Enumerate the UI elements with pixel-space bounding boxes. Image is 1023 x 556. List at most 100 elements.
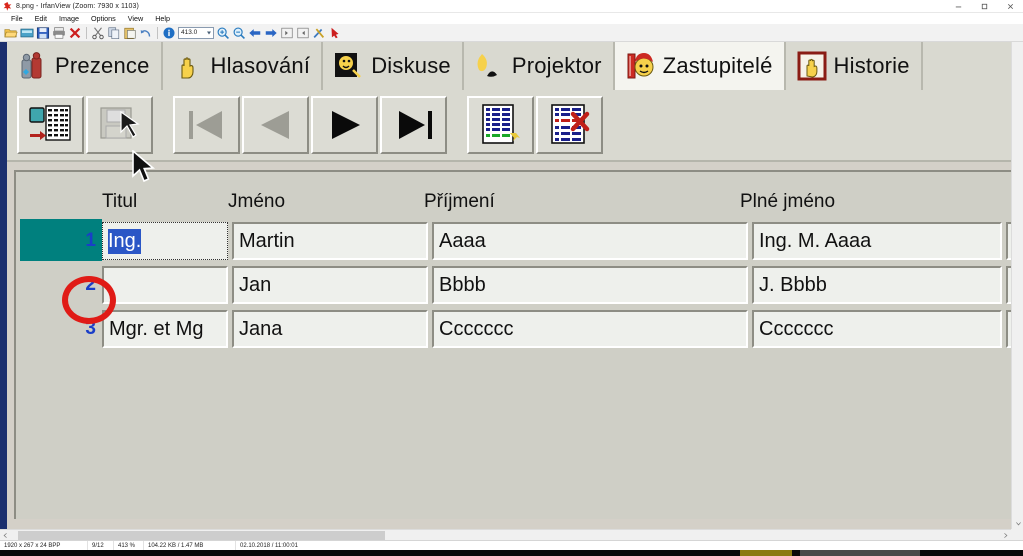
cell-jmeno[interactable]: Jana: [232, 310, 428, 348]
next-record-icon: [331, 111, 360, 139]
screen: 8.png - IrfanView (Zoom: 7930 x 1103) Fi…: [0, 0, 1023, 556]
taskbar-item[interactable]: [800, 550, 920, 556]
add-record-button[interactable]: [467, 96, 534, 154]
save-record-button[interactable]: [86, 96, 153, 154]
tab-prezence[interactable]: Prezence: [7, 42, 163, 90]
menu-options[interactable]: Options: [85, 13, 122, 24]
window-controls: [945, 0, 1023, 13]
cell-prijmeni[interactable]: Aaaa: [432, 222, 748, 260]
column-header-jmeno[interactable]: Jméno: [228, 191, 424, 219]
column-header-titul[interactable]: Titul: [102, 191, 228, 219]
cell-jmeno[interactable]: Martin: [232, 222, 428, 260]
cell-jmeno[interactable]: Jan: [232, 266, 428, 304]
delete-icon[interactable]: [67, 25, 83, 41]
zoom-level-input[interactable]: 413.0: [178, 26, 214, 39]
tab-label: Diskuse: [371, 53, 451, 78]
toolbar-separator: [157, 26, 158, 39]
history-icon: [797, 51, 827, 81]
copy-icon[interactable]: [106, 25, 122, 41]
table-row[interactable]: 1 Ing. Martin Aaaa Ing. M. Aaaa: [16, 219, 1011, 263]
tab-label: Zastupitelé: [662, 53, 773, 78]
red-circle-highlight: [62, 276, 116, 324]
tab-projektor[interactable]: Projektor: [464, 42, 615, 90]
last-record-button[interactable]: [380, 96, 447, 154]
attendance-icon: [21, 52, 42, 79]
save-icon[interactable]: [35, 25, 51, 41]
status-index: 9/12: [88, 540, 114, 551]
window-title: 8.png - IrfanView (Zoom: 7930 x 1103): [16, 2, 139, 10]
tab-label: Prezence: [55, 53, 150, 78]
previous-record-button[interactable]: [242, 96, 309, 154]
status-zoom: 413 %: [114, 540, 144, 551]
paste-icon[interactable]: [122, 25, 138, 41]
scroll-down-arrow-icon[interactable]: [1012, 517, 1023, 529]
thumbnails-icon[interactable]: [19, 25, 35, 41]
table-row[interactable]: 3 Mgr. et Mg Jana Ccccccc Ccccccc: [16, 307, 1011, 351]
grid-header-row: Titul Jméno Příjmení Plné jméno: [16, 172, 1011, 219]
menu-view[interactable]: View: [122, 13, 149, 24]
first-image-icon[interactable]: [279, 25, 295, 41]
open-icon[interactable]: [3, 25, 19, 41]
cell-plne-jmeno[interactable]: Ing. M. Aaaa: [752, 222, 1002, 260]
menu-edit[interactable]: Edit: [29, 13, 53, 24]
cell-titul[interactable]: Ing.: [102, 222, 228, 260]
toolbar-separator: [86, 26, 87, 39]
tab-hlasovani[interactable]: Hlasování: [163, 42, 324, 90]
horizontal-scroll-thumb[interactable]: [18, 531, 385, 540]
tab-label: Hlasování: [210, 53, 311, 78]
last-image-icon[interactable]: [295, 25, 311, 41]
tab-zastupitele[interactable]: Zastupitelé: [614, 42, 786, 90]
minimize-icon[interactable]: [945, 0, 971, 13]
first-record-button[interactable]: [173, 96, 240, 154]
next-record-button[interactable]: [311, 96, 378, 154]
info-icon[interactable]: [161, 25, 177, 41]
tab-label: Historie: [833, 53, 910, 78]
close-icon[interactable]: [997, 0, 1023, 13]
status-filesize: 104.22 KB / 1.47 MB: [144, 540, 236, 551]
cell-plne-jmeno[interactable]: J. Bbbb: [752, 266, 1002, 304]
delete-record-button[interactable]: [536, 96, 603, 154]
cell-prijmeni[interactable]: Ccccccc: [432, 310, 748, 348]
tab-diskuse[interactable]: Diskuse: [323, 42, 464, 90]
add-record-icon: [481, 104, 520, 144]
column-header-prijmeni[interactable]: Příjmení: [424, 191, 740, 219]
zoom-in-icon[interactable]: [215, 25, 231, 41]
next-image-icon[interactable]: [263, 25, 279, 41]
maximize-icon[interactable]: [971, 0, 997, 13]
row-number: 1: [85, 230, 96, 251]
zoom-out-icon[interactable]: [231, 25, 247, 41]
cut-icon[interactable]: [90, 25, 106, 41]
scrollbar-corner: [1011, 529, 1023, 540]
cell-prijmeni[interactable]: Bbbb: [432, 266, 748, 304]
taskbar-item[interactable]: [740, 550, 792, 556]
save-disk-icon: [99, 107, 140, 139]
mouse-cursor-icon: [132, 150, 156, 183]
discussion-icon: [335, 53, 362, 78]
menu-file[interactable]: File: [5, 13, 29, 24]
print-icon[interactable]: [51, 25, 67, 41]
table-row[interactable]: 2 Jan Bbbb J. Bbbb: [16, 263, 1011, 307]
vertical-scrollbar[interactable]: [1011, 42, 1023, 529]
menu-help[interactable]: Help: [149, 13, 176, 24]
chevron-down-icon[interactable]: [207, 31, 211, 34]
menu-image[interactable]: Image: [53, 13, 85, 24]
column-header-plne-jmeno[interactable]: Plné jméno: [740, 191, 990, 219]
settings-icon[interactable]: [311, 25, 327, 41]
horizontal-scrollbar[interactable]: [0, 529, 1011, 540]
previous-image-icon[interactable]: [247, 25, 263, 41]
cell-plne-jmeno[interactable]: Ccccccc: [752, 310, 1002, 348]
window-titlebar: 8.png - IrfanView (Zoom: 7930 x 1103): [0, 0, 1023, 13]
statusbar: 1920 x 267 x 24 BPP 9/12 413 % 104.22 KB…: [0, 540, 1023, 551]
exit-icon[interactable]: [327, 25, 343, 41]
row-header[interactable]: 1: [16, 219, 102, 263]
cell-titul[interactable]: [102, 266, 228, 304]
export-table-button[interactable]: [17, 96, 84, 154]
export-table-icon: [28, 105, 71, 141]
undo-icon[interactable]: [138, 25, 154, 41]
zoom-level-value: 413.0: [181, 29, 198, 36]
tab-historie[interactable]: Historie: [786, 42, 923, 90]
hand-vote-icon: [180, 57, 194, 79]
cell-titul[interactable]: Mgr. et Mg: [102, 310, 228, 348]
councillors-grid: Titul Jméno Příjmení Plné jméno 1 Ing. M…: [14, 170, 1011, 519]
irfanview-icon: [2, 1, 13, 12]
